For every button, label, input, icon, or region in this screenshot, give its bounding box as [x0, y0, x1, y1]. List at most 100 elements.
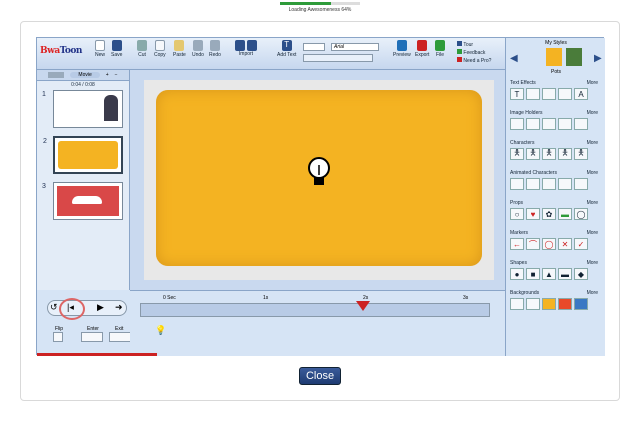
arrow-marker-icon[interactable]: ← [510, 238, 524, 250]
step-forward-button[interactable]: ➜ [115, 302, 123, 313]
tour-link[interactable]: Tour [457, 41, 491, 49]
triangle-shape-icon[interactable]: ▲ [542, 268, 556, 280]
more-link[interactable]: More [587, 110, 598, 116]
text-effect-item[interactable] [558, 88, 572, 100]
section-text-effects: Text Effects More T A [510, 80, 598, 100]
preview-button[interactable]: Preview [393, 40, 411, 58]
need-pro-link[interactable]: Need a Pro? [457, 57, 491, 65]
square-shape-icon[interactable]: ■ [526, 268, 540, 280]
style-thumb[interactable] [566, 48, 582, 66]
heart-prop-icon[interactable]: ♥ [526, 208, 540, 220]
lightbulb-prop-icon[interactable]: ○ [510, 208, 524, 220]
speech-bubble-prop-icon[interactable]: ◯ [574, 208, 588, 220]
section-markers: Markers More ← ⌒ ◯ ✕ ✓ [510, 230, 598, 250]
copy-button[interactable]: Copy [154, 40, 166, 58]
more-link[interactable]: More [587, 230, 598, 236]
style-name: Pots [550, 69, 561, 75]
section-shapes: Shapes More ● ■ ▲ ▬ ◆ [510, 260, 598, 280]
character-item[interactable]: 🯅 [542, 148, 556, 160]
import-button[interactable]: Import [235, 40, 257, 57]
cross-marker-icon[interactable]: ✕ [558, 238, 572, 250]
add-slide-button[interactable]: + [106, 72, 109, 78]
animated-character-item[interactable] [542, 178, 556, 190]
lightbulb-track-icon[interactable]: 💡 [155, 325, 166, 336]
more-link[interactable]: More [587, 290, 598, 296]
styles-panel: My Styles ◀ ▶ Pots Text Effects More T A Im… [505, 38, 605, 356]
image-holder-item[interactable] [510, 118, 524, 130]
font-size-select[interactable] [303, 43, 325, 51]
background-swatch[interactable] [510, 298, 524, 310]
text-format-panel[interactable]: Arial [303, 43, 383, 65]
animated-character-item[interactable] [558, 178, 572, 190]
character-item[interactable]: 🯅 [574, 148, 588, 160]
slide-thumb-1[interactable]: 1 [42, 90, 123, 128]
add-text-button[interactable]: T Add Text [277, 40, 296, 58]
movie-tab[interactable]: Movie [70, 72, 100, 78]
character-item[interactable]: 🯅 [510, 148, 524, 160]
progress-strip [37, 353, 157, 356]
text-effect-item[interactable] [526, 88, 540, 100]
more-link[interactable]: More [587, 200, 598, 206]
save-button[interactable]: Save [111, 40, 122, 58]
play-button[interactable]: ▶ [97, 302, 104, 313]
flip-button[interactable] [53, 332, 63, 342]
redo-button[interactable]: Redo [209, 40, 221, 58]
animated-character-item[interactable] [526, 178, 540, 190]
diamond-shape-icon[interactable]: ◆ [574, 268, 588, 280]
slides-view-toggle[interactable] [48, 72, 65, 78]
timeline-track[interactable] [140, 303, 490, 317]
feedback-link[interactable]: Feedback [457, 49, 491, 57]
image-holder-item[interactable] [526, 118, 540, 130]
text-effect-item[interactable]: T [510, 88, 524, 100]
slide-canvas[interactable] [144, 80, 494, 280]
check-marker-icon[interactable]: ✓ [574, 238, 588, 250]
playhead-marker[interactable] [356, 301, 370, 311]
stage-area [130, 70, 505, 290]
styles-next-icon[interactable]: ▶ [594, 53, 602, 64]
more-link[interactable]: More [587, 80, 598, 86]
styles-prev-icon[interactable]: ◀ [510, 53, 518, 64]
background-swatch[interactable] [526, 298, 540, 310]
paste-button[interactable]: Paste [173, 40, 186, 58]
new-button[interactable]: New [95, 40, 105, 58]
remove-slide-button[interactable]: − [115, 72, 118, 78]
image-holder-item[interactable] [558, 118, 572, 130]
movie-header: Movie + − [37, 70, 129, 81]
more-link[interactable]: More [587, 140, 598, 146]
export-button[interactable]: Export [415, 40, 429, 58]
circle-marker-icon[interactable]: ◯ [542, 238, 556, 250]
close-button[interactable]: Close [299, 367, 341, 385]
undo-button[interactable]: Undo [192, 40, 204, 58]
curve-marker-icon[interactable]: ⌒ [526, 238, 540, 250]
flower-prop-icon[interactable]: ✿ [542, 208, 556, 220]
slide-thumb-2[interactable]: 2 [43, 136, 123, 174]
enter-effect-button[interactable] [81, 332, 103, 342]
character-item[interactable]: 🯅 [526, 148, 540, 160]
background-swatch[interactable] [574, 298, 588, 310]
font-select[interactable]: Arial [331, 43, 379, 51]
background-swatch[interactable] [558, 298, 572, 310]
more-link[interactable]: More [587, 260, 598, 266]
cut-button[interactable]: Cut [137, 40, 147, 58]
image-holder-item[interactable] [542, 118, 556, 130]
text-effect-item[interactable] [542, 88, 556, 100]
rectangle-shape-icon[interactable]: ▬ [558, 268, 572, 280]
text-style-buttons[interactable] [303, 54, 373, 62]
text-effect-item[interactable]: A [574, 88, 588, 100]
circle-shape-icon[interactable]: ● [510, 268, 524, 280]
style-thumb-active[interactable] [546, 48, 562, 66]
animated-character-item[interactable] [510, 178, 524, 190]
file-button[interactable]: File [435, 40, 445, 58]
exit-effect-button[interactable] [109, 332, 131, 342]
image-holder-item[interactable] [574, 118, 588, 130]
bwatoon-app: BwaToon New Save Cut Copy Paste Undo Red… [36, 37, 605, 356]
money-prop-icon[interactable]: ▬ [558, 208, 572, 220]
rewind-button[interactable]: ↺ [50, 302, 58, 313]
section-props: Props More ○ ♥ ✿ ▬ ◯ [510, 200, 598, 220]
lightbulb-icon[interactable] [306, 156, 332, 190]
animated-character-item[interactable] [574, 178, 588, 190]
more-link[interactable]: More [587, 170, 598, 176]
background-swatch[interactable] [542, 298, 556, 310]
character-item[interactable]: 🯅 [558, 148, 572, 160]
slide-thumb-3[interactable]: 3 [42, 182, 123, 220]
